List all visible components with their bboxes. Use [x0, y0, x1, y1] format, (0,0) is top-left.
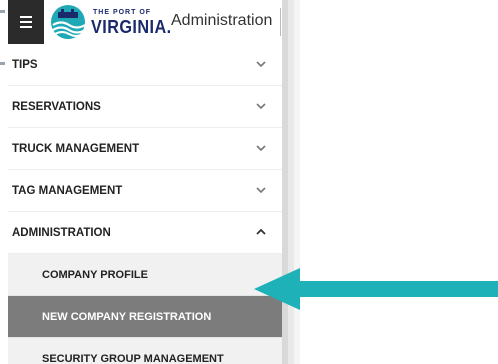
submenu-item-company-profile[interactable]: COMPANY PROFILE [8, 254, 282, 296]
chevron-down-icon [256, 103, 266, 110]
page-title: Administration [171, 12, 273, 29]
menu-item-tips[interactable]: TIPS [8, 44, 282, 86]
submenu-item-label: NEW COMPANY REGISTRATION [42, 310, 212, 323]
submenu-item-security-group-management[interactable]: SECURITY GROUP MANAGEMENT [8, 338, 282, 364]
window-edge-mark [0, 10, 5, 13]
menu-item-label: TAG MANAGEMENT [12, 184, 123, 197]
menu-item-administration[interactable]: ADMINISTRATION [8, 212, 282, 254]
submenu-item-label: COMPANY PROFILE [42, 268, 148, 281]
screenshot-page: THE PORT OF VIRGINIA. Administration TIP… [0, 0, 498, 364]
menu-item-reservations[interactable]: RESERVATIONS [8, 86, 282, 128]
submenu-item-label: SECURITY GROUP MANAGEMENT [42, 352, 224, 364]
pointer-arrow-icon [254, 268, 498, 310]
menu-item-label: RESERVATIONS [12, 100, 101, 113]
port-logo-icon [51, 5, 86, 39]
logo-wordmark: VIRGINIA. [91, 17, 172, 37]
window-edge-mark [0, 62, 5, 65]
hamburger-menu-icon[interactable] [8, 0, 44, 44]
port-of-virginia-logo[interactable]: THE PORT OF VIRGINIA. [49, 3, 171, 41]
menu-item-label: TRUCK MANAGEMENT [12, 142, 140, 155]
submenu-item-new-company-registration[interactable]: NEW COMPANY REGISTRATION [8, 296, 282, 338]
menu-item-label: ADMINISTRATION [12, 226, 111, 239]
menu-item-truck-management[interactable]: TRUCK MANAGEMENT [8, 128, 282, 170]
menu-item-tag-management[interactable]: TAG MANAGEMENT [8, 170, 282, 212]
chevron-up-icon [256, 228, 266, 235]
app-header: THE PORT OF VIRGINIA. Administration [8, 0, 282, 46]
navigation-menu: TIPS RESERVATIONS TRUCK MANAGEMENT TAG M… [8, 44, 282, 364]
chevron-down-icon [256, 145, 266, 152]
menu-item-label: TIPS [12, 58, 38, 71]
chevron-down-icon [256, 61, 266, 68]
logo-tagline: THE PORT OF [93, 9, 152, 16]
header-divider [280, 8, 281, 36]
chevron-down-icon [256, 187, 266, 194]
